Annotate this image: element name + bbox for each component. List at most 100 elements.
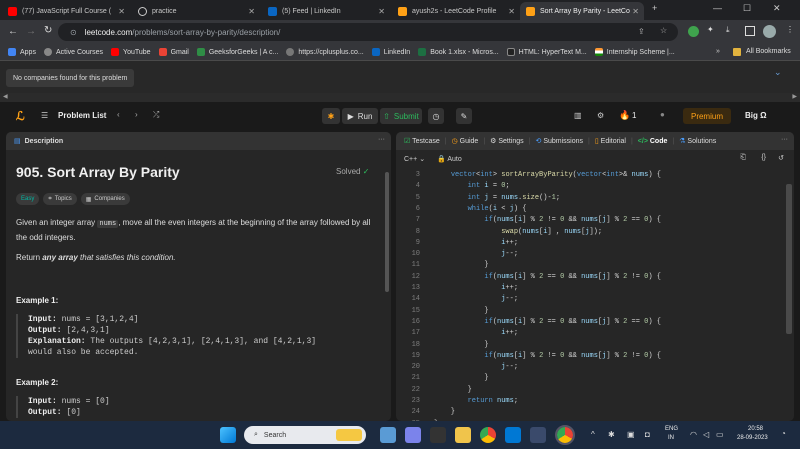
browser-tab[interactable]: (5) Feed | LinkedIn ✕ <box>262 2 390 20</box>
code-line[interactable]: 17 i++; <box>396 328 756 339</box>
code-line[interactable]: 11 } <box>396 260 756 271</box>
tray-app-icon[interactable]: ▣ <box>627 430 635 439</box>
volume-icon[interactable]: ◁ <box>703 430 709 439</box>
battery-icon[interactable]: ▭ <box>716 430 724 439</box>
code-line[interactable]: 22 } <box>396 385 756 396</box>
reload-icon[interactable]: ↻ <box>44 25 52 36</box>
reset-icon[interactable]: ↺ <box>778 154 784 162</box>
bookmark-item[interactable]: Apps <box>8 48 36 56</box>
description-scrollbar[interactable] <box>385 172 389 292</box>
code-line[interactable]: 14 j--; <box>396 294 756 305</box>
code-line[interactable]: 19 if(nums[i] % 2 != 0 && nums[j] % 2 !=… <box>396 351 756 362</box>
windows-start-icon[interactable] <box>220 427 236 443</box>
editor-scrollbar[interactable] <box>786 184 792 334</box>
browser-tab[interactable]: ayush2s - LeetCode Profile ✕ <box>392 2 520 20</box>
code-line[interactable]: 16 if(nums[i] % 2 == 0 && nums[j] % 2 ==… <box>396 317 756 328</box>
region-indicator[interactable]: IN <box>668 435 674 441</box>
close-tab-icon[interactable]: ✕ <box>508 7 515 16</box>
bookmark-icon[interactable]: ⎗ <box>740 154 746 162</box>
user-menu[interactable]: Big Ω <box>745 111 767 120</box>
code-line[interactable]: 4 int i = 0; <box>396 181 756 192</box>
bookmark-item[interactable]: Gmail <box>158 48 189 56</box>
profile-avatar[interactable] <box>763 25 776 38</box>
settings-gear-icon[interactable]: ⚙ <box>597 111 604 120</box>
premium-button[interactable]: Premium <box>683 108 731 124</box>
code-line[interactable]: 8 swap(nums[i] , nums[j]); <box>396 227 756 238</box>
taskview-icon[interactable] <box>430 427 446 443</box>
browser-tab[interactable]: (77) JavaScript Full Course (✕ <box>2 2 130 20</box>
address-bar[interactable]: ⊙ leetcode.com/problems/sort-array-by-pa… <box>58 23 678 41</box>
extension-icon[interactable] <box>688 26 699 37</box>
widgets-icon[interactable] <box>380 427 396 443</box>
maximize-icon[interactable]: ☐ <box>743 3 751 14</box>
download-icon[interactable]: ⤓ <box>726 25 730 35</box>
file-explorer-icon[interactable] <box>455 427 471 443</box>
code-line[interactable]: 23 return nums; <box>396 396 756 407</box>
site-info-icon[interactable]: ⊙ <box>70 28 77 37</box>
bookmark-item[interactable]: Internship Scheme |... <box>594 48 675 56</box>
browser-tab[interactable]: practice ✕ <box>132 2 260 20</box>
tab-settings[interactable]: ⚙ Settings <box>490 137 524 145</box>
problem-list-link[interactable]: Problem List <box>58 111 106 120</box>
companies-tag[interactable]: ▦ Companies <box>80 193 130 205</box>
tab-guide[interactable]: ◷ Guide <box>452 137 479 145</box>
chrome-icon[interactable] <box>480 427 496 443</box>
minimize-icon[interactable]: — <box>713 3 722 13</box>
avatar[interactable]: ● <box>660 110 665 119</box>
layout-icon[interactable]: ▥ <box>574 111 582 120</box>
scroll-left-icon[interactable]: ◀ <box>3 93 8 100</box>
close-tab-icon[interactable]: ✕ <box>248 7 255 16</box>
submit-button[interactable]: ⇧ Submit <box>380 108 422 124</box>
code-line[interactable]: 3 vector<int> sortArrayByParity(vector<i… <box>396 170 756 181</box>
code-line[interactable]: 12 if(nums[i] % 2 == 0 && nums[j] % 2 !=… <box>396 272 756 283</box>
bookmark-item[interactable]: Active Courses <box>43 48 103 56</box>
auto-mode[interactable]: 🔒 Auto <box>437 155 462 163</box>
prev-problem-icon[interactable]: ‹ <box>117 110 120 119</box>
scroll-right-icon[interactable]: ▶ <box>792 93 797 100</box>
code-line[interactable]: 9 i++; <box>396 238 756 249</box>
taskbar-search[interactable]: ⌕ Search <box>244 426 366 444</box>
new-tab-button[interactable]: + <box>652 3 657 13</box>
close-tab-icon[interactable]: ✕ <box>632 7 639 16</box>
clock-date[interactable]: 28-09-2023 <box>737 435 768 441</box>
bookmark-item[interactable]: YouTube <box>111 48 151 56</box>
tab-submissions[interactable]: ⟲ Submissions <box>536 137 584 145</box>
run-button[interactable]: ▶ Run <box>342 108 378 124</box>
bookmark-item[interactable]: HTML: HyperText M... <box>506 48 587 56</box>
debug-button[interactable]: ✱ <box>322 108 340 124</box>
more-bookmarks-icon[interactable]: » <box>716 48 720 55</box>
code-line[interactable]: 24 } <box>396 407 756 418</box>
all-bookmarks[interactable]: All Bookmarks <box>746 48 791 55</box>
code-line[interactable]: 10 j--; <box>396 249 756 260</box>
bookmark-star-icon[interactable]: ☆ <box>660 26 667 35</box>
bookmark-item[interactable]: GeeksforGeeks | A c... <box>196 48 278 56</box>
tab-testcase[interactable]: ☑ Testcase <box>404 137 440 145</box>
clock-time[interactable]: 20:58 <box>748 426 763 432</box>
notes-button[interactable]: ✎ <box>456 108 472 124</box>
code-line[interactable]: 7 if(nums[i] % 2 != 0 && nums[j] % 2 == … <box>396 215 756 226</box>
tab-editorial[interactable]: ▯ Editorial <box>595 137 626 145</box>
vscode-icon[interactable] <box>505 427 521 443</box>
bookmark-item[interactable]: Book 1.xlsx - Micros... <box>418 48 499 56</box>
wifi-icon[interactable]: ◠ <box>690 430 697 439</box>
back-icon[interactable]: ← <box>8 26 18 37</box>
leetcode-logo-icon[interactable]: ℒ <box>16 109 25 123</box>
sidepanel-icon[interactable] <box>745 26 755 36</box>
camera-icon[interactable]: ◘ <box>645 430 650 439</box>
code-line[interactable]: 13 i++; <box>396 283 756 294</box>
language-indicator[interactable]: ENG <box>665 426 678 432</box>
code-line[interactable]: 21 } <box>396 373 756 384</box>
timer-button[interactable]: ◷ <box>428 108 444 124</box>
code-line[interactable]: 5 int j = nums.size()-1; <box>396 193 756 204</box>
code-line[interactable]: 20 j--; <box>396 362 756 373</box>
close-tab-icon[interactable]: ✕ <box>118 7 125 16</box>
bookmark-item[interactable]: https://cplusplus.co... <box>286 48 364 56</box>
puzzle-icon[interactable]: ✦ <box>707 25 714 34</box>
close-window-icon[interactable]: ✕ <box>773 3 781 14</box>
more-options-icon[interactable]: ··· <box>781 136 788 143</box>
chevron-down-icon[interactable]: ⌄ <box>774 67 782 78</box>
bookmark-item[interactable]: LinkedIn <box>371 48 410 56</box>
app-icon[interactable] <box>530 427 546 443</box>
tab-solutions[interactable]: ⚗ Solutions <box>679 137 716 145</box>
tab-description[interactable]: Description <box>25 138 64 145</box>
